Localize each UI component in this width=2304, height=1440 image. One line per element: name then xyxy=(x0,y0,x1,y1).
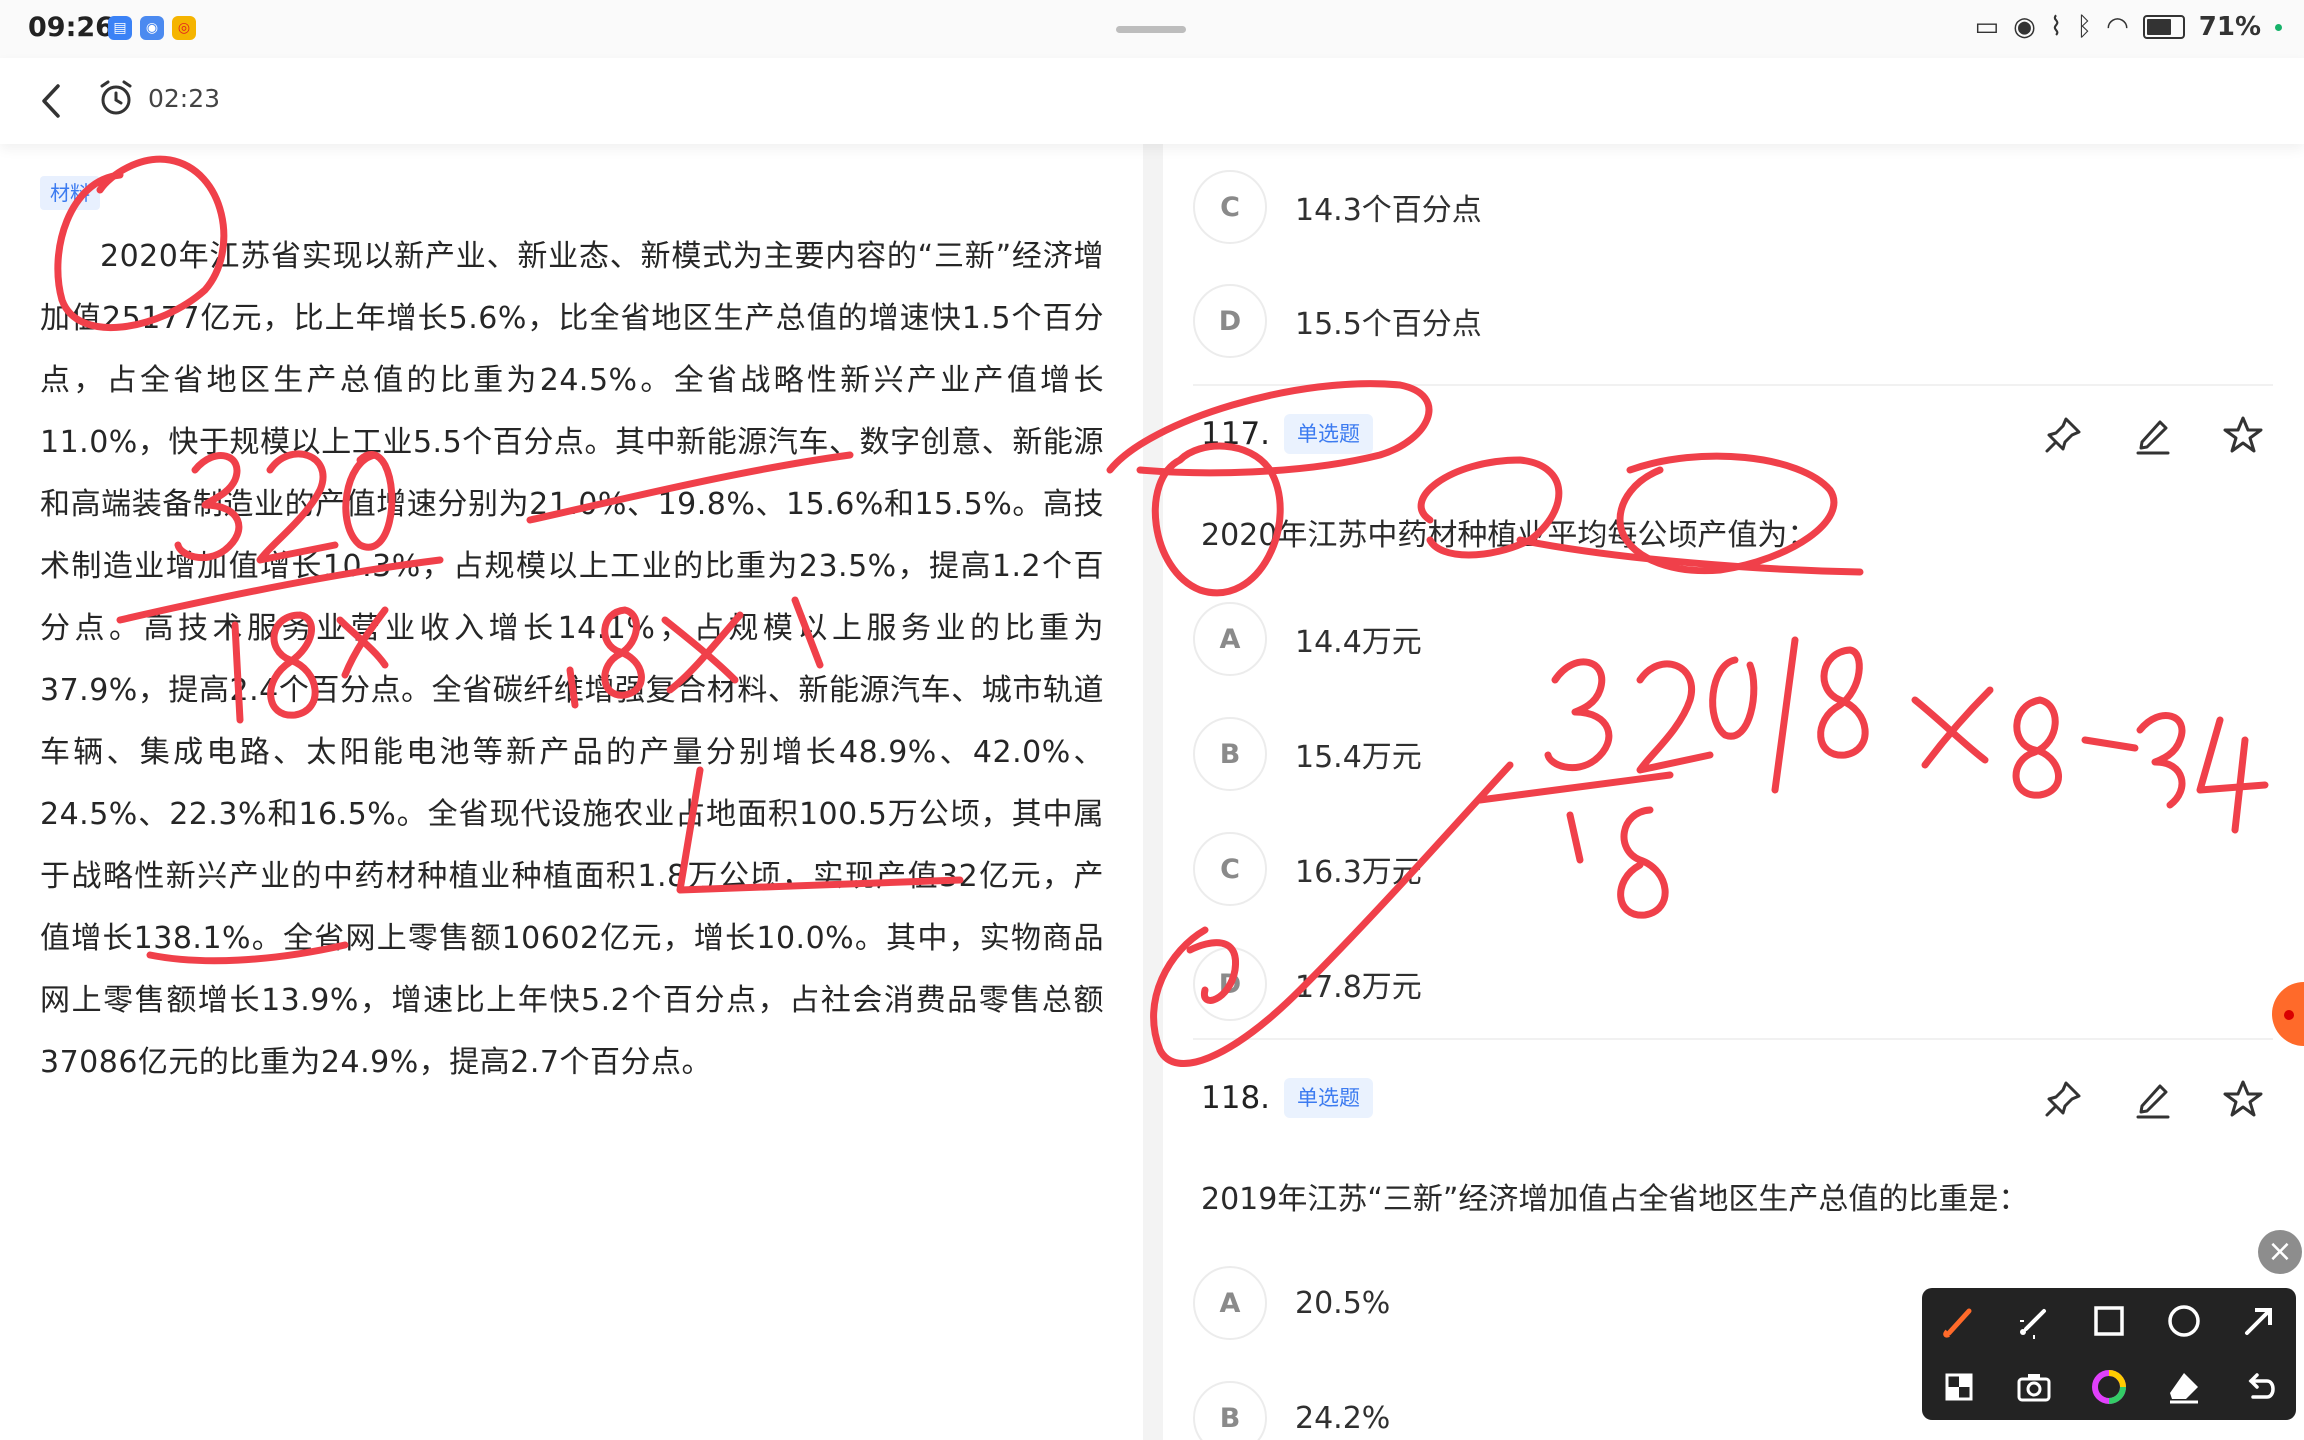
camera-icon xyxy=(2017,1374,2051,1402)
notification-app-icon: ▤ xyxy=(108,16,132,40)
brush-icon xyxy=(1943,1308,1972,1338)
rectangle-icon xyxy=(2094,1306,2124,1336)
question-117-stem: 2020年江苏中药材种植业平均每公顷产值为： xyxy=(1201,518,1818,553)
eraser-icon xyxy=(2169,1373,2198,1404)
top-bar: 02:23 xyxy=(0,58,2304,144)
undo-icon xyxy=(2248,1373,2275,1399)
rectangle-tool-button[interactable] xyxy=(2072,1288,2147,1354)
cast-icon: ▭ xyxy=(1974,12,2000,42)
option-c[interactable]: C 16.3万元 xyxy=(1193,832,1422,906)
laser-pen-tool-button[interactable] xyxy=(1997,1288,2072,1354)
notification-app-icon: ◉ xyxy=(140,16,164,40)
question-118-stem: 2019年江苏“三新”经济增加值占全省地区生产总值的比重是： xyxy=(1201,1182,2029,1217)
edit-pen-icon[interactable] xyxy=(2132,414,2174,456)
panel-divider[interactable] xyxy=(1143,144,1163,1440)
star-icon[interactable] xyxy=(2222,414,2264,456)
question-118-tools xyxy=(2042,1078,2264,1120)
timer-value: 02:23 xyxy=(148,83,221,113)
crop-icon xyxy=(1945,1373,1973,1401)
battery-percent: 71% xyxy=(2198,12,2261,42)
material-passage: 2020年江苏省实现以新产业、新业态、新模式为主要内容的“三新”经济增加值251… xyxy=(40,239,1104,1080)
pin-icon[interactable] xyxy=(2042,414,2084,456)
close-toolbar-button[interactable]: × xyxy=(2258,1230,2302,1274)
back-arrow-icon xyxy=(42,84,60,118)
question-117-header: 117. 单选题 xyxy=(1201,414,1374,454)
option-a[interactable]: A 20.5% xyxy=(1193,1266,1390,1340)
option-b[interactable]: B 15.4万元 xyxy=(1193,717,1422,791)
question-number: 118. xyxy=(1201,1080,1271,1116)
undo-button[interactable] xyxy=(2221,1354,2296,1420)
status-dot xyxy=(2275,23,2282,31)
battery-icon xyxy=(2142,15,2185,39)
question-separator xyxy=(1193,384,2273,386)
vibrate-icon: ⌇ xyxy=(2049,12,2063,42)
option-a[interactable]: A 14.4万元 xyxy=(1193,602,1422,676)
status-bar: 09:26 ▤ ◉ ◎ ▭ ◉ ⌇ ᛒ ◠ 71% xyxy=(0,0,2304,58)
option-d[interactable]: D 17.8万元 xyxy=(1193,947,1422,1021)
wifi-icon: ◠ xyxy=(2106,12,2129,42)
material-tag: 材料 xyxy=(40,176,100,210)
question-117-tools xyxy=(2042,414,2264,456)
laser-pen-icon xyxy=(2020,1309,2047,1339)
material-panel: 材料 2020年江苏省实现以新产业、新业态、新模式为主要内容的“三新”经济增加值… xyxy=(0,144,1143,1440)
alarm-clock-icon xyxy=(100,80,132,115)
question-panel[interactable]: C 14.3个百分点 D 15.5个百分点 117. 单选题 2020年江苏中药… xyxy=(1163,144,2304,1440)
question-separator xyxy=(1193,1038,2273,1040)
edit-pen-icon[interactable] xyxy=(2132,1078,2174,1120)
option-c[interactable]: C 14.3个百分点 xyxy=(1193,170,1482,244)
arrow-tool-button[interactable] xyxy=(2221,1288,2296,1354)
arrow-icon xyxy=(2244,1308,2272,1335)
drag-handle[interactable] xyxy=(1116,26,1186,33)
crop-tool-button[interactable] xyxy=(1922,1354,1997,1420)
status-time: 09:26 xyxy=(28,12,114,43)
pin-icon[interactable] xyxy=(2042,1078,2084,1120)
back-button[interactable] xyxy=(28,76,78,126)
color-picker-button[interactable] xyxy=(2072,1354,2147,1420)
screenshot-tool-button[interactable] xyxy=(1997,1354,2072,1420)
brush-tool-button[interactable] xyxy=(1922,1288,1997,1354)
eye-icon: ◉ xyxy=(2013,12,2036,42)
option-b[interactable]: B 24.2% xyxy=(1193,1381,1390,1440)
star-icon[interactable] xyxy=(2222,1078,2264,1120)
circle-icon xyxy=(2168,1305,2200,1337)
option-d[interactable]: D 15.5个百分点 xyxy=(1193,284,1482,358)
timer[interactable]: 02:23 xyxy=(96,78,220,118)
question-type-badge: 单选题 xyxy=(1284,1078,1374,1118)
eraser-tool-button[interactable] xyxy=(2146,1354,2221,1420)
circle-tool-button[interactable] xyxy=(2146,1288,2221,1354)
annotation-toolbar xyxy=(1922,1288,2296,1420)
bluetooth-icon: ᛒ xyxy=(2076,12,2093,42)
question-number: 117. xyxy=(1201,416,1271,452)
question-type-badge: 单选题 xyxy=(1284,414,1374,454)
color-wheel-icon xyxy=(2091,1370,2126,1404)
question-118-header: 118. 单选题 xyxy=(1201,1078,1374,1118)
weibo-icon: ◎ xyxy=(172,16,196,40)
